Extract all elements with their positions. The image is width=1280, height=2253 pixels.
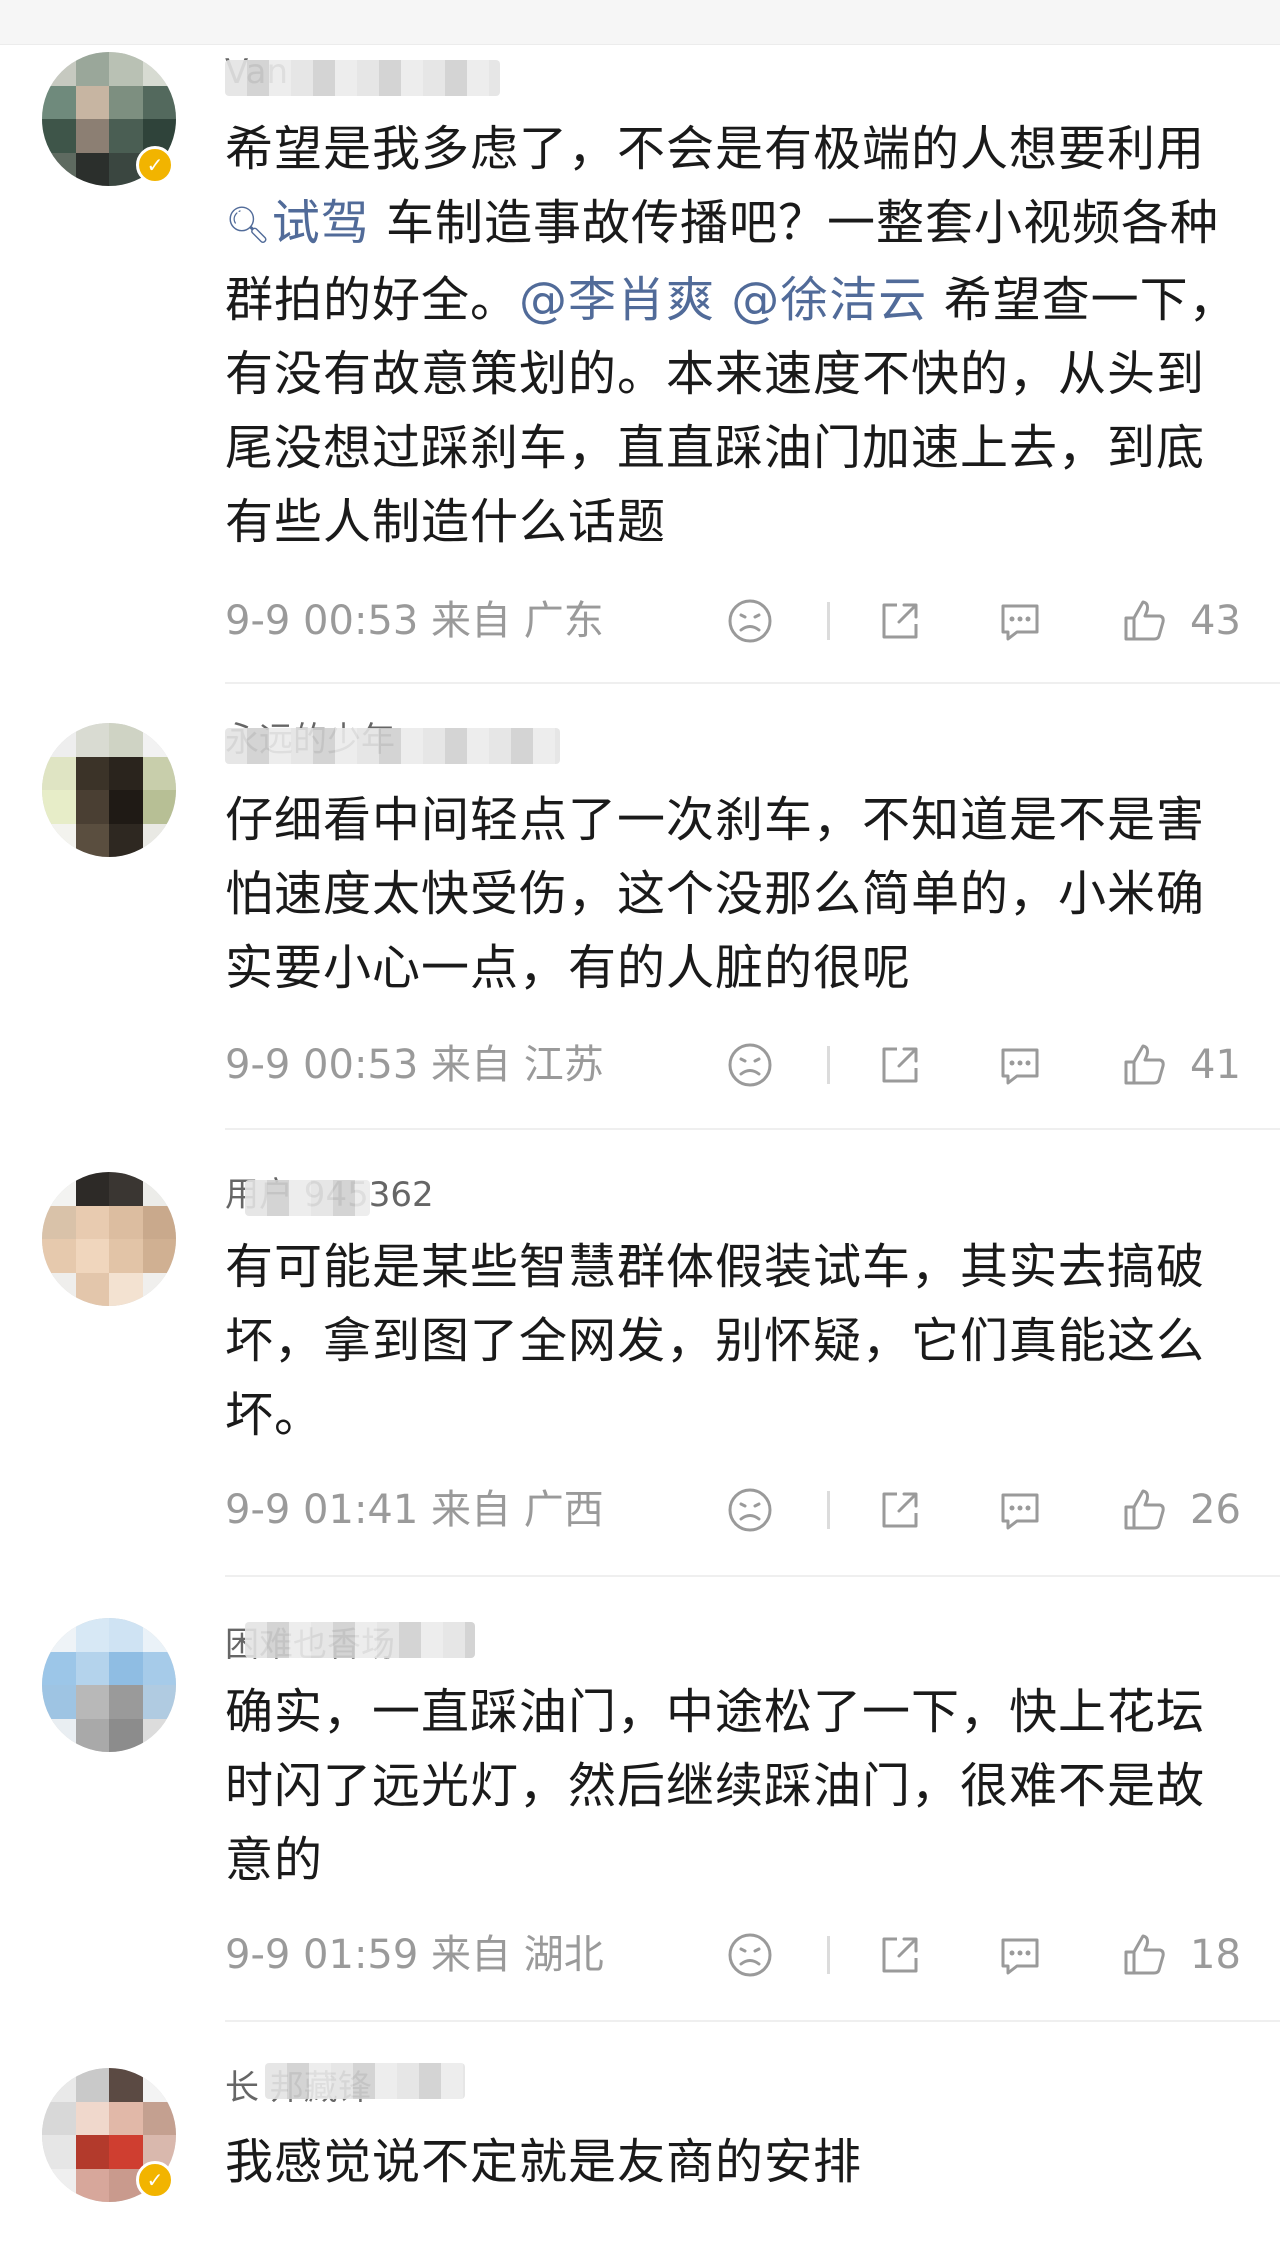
username-mosaic [245,1622,475,1658]
like-count: 18 [1190,1932,1241,1978]
frown-icon[interactable] [725,1930,775,1980]
comment-time-location: 9-9 00:53 来自 江苏 [225,1042,604,1088]
like-count: 26 [1190,1487,1241,1533]
comment-icon[interactable] [995,596,1045,646]
thumbs-up-icon[interactable] [1120,1485,1170,1535]
share-icon[interactable] [875,1040,925,1090]
comment-text: 我感觉说不定就是友商的安排 [225,2134,863,2190]
divider [225,2020,1280,2022]
comment-meta: 9-9 01:41 来自 广西 26 [225,1485,1245,1535]
username-mosaic [265,2063,465,2099]
verified-badge-icon: ✓ [136,146,174,184]
topic-link[interactable]: 🔍︎试驾 [225,195,370,251]
mention-link[interactable]: @徐洁云 [731,272,927,328]
share-icon[interactable] [875,1485,925,1535]
top-bar [0,0,1280,45]
frown-icon[interactable] [725,596,775,646]
frown-icon[interactable] [725,1485,775,1535]
avatar[interactable] [42,1618,176,1752]
avatar[interactable] [42,723,176,857]
thumbs-up-icon[interactable] [1120,596,1170,646]
comment-icon[interactable] [995,1485,1045,1535]
like-count: 41 [1190,1042,1241,1088]
divider [827,1491,830,1529]
divider [827,602,830,640]
mention-link[interactable]: @李肖爽 [519,272,715,328]
comment-text: 确实，一直踩油门，中途松了一下，快上花坛时闪了远光灯，然后继续踩油门，很难不是故… [225,1684,1206,1888]
thumbs-up-icon[interactable] [1120,1040,1170,1090]
verified-badge-icon: ✓ [136,2161,174,2199]
comment-meta: 9-9 00:53 来自 江苏 41 [225,1040,1245,1090]
thumbs-up-icon[interactable] [1120,1930,1170,1980]
divider [827,1046,830,1084]
comment-meta: 9-9 00:53 来自 广东 43 [225,596,1245,646]
avatar[interactable] [42,1172,176,1306]
username-mosaic [225,60,500,96]
comment-text: 希望是我多虑了，不会是有极端的人想要利用🔍︎试驾 车制造事故传播吧？一整套小视频… [225,121,1238,550]
share-icon[interactable] [875,596,925,646]
like-count: 43 [1190,598,1241,644]
divider [225,1128,1280,1130]
comment-meta: 9-9 01:59 来自 湖北 18 [225,1930,1245,1980]
comment-text: 有可能是某些智慧群体假装试车，其实去搞破坏，拿到图了全网发，别怀疑，它们真能这么… [225,1239,1206,1443]
comment-time-location: 9-9 00:53 来自 广东 [225,598,604,644]
comment-icon[interactable] [995,1040,1045,1090]
comment-icon[interactable] [995,1930,1045,1980]
username-mosaic [225,728,560,764]
divider [827,1936,830,1974]
comment-time-location: 9-9 01:59 来自 湖北 [225,1932,604,1978]
divider [225,1575,1280,1577]
share-icon[interactable] [875,1930,925,1980]
divider [225,682,1280,684]
username-mosaic [245,1180,370,1216]
comment-time-location: 9-9 01:41 来自 广西 [225,1487,604,1533]
frown-icon[interactable] [725,1040,775,1090]
comment-text: 仔细看中间轻点了一次刹车，不知道是不是害怕速度太快受伤，这个没那么简单的，小米确… [225,792,1206,996]
search-icon: 🔍︎ [225,205,272,246]
